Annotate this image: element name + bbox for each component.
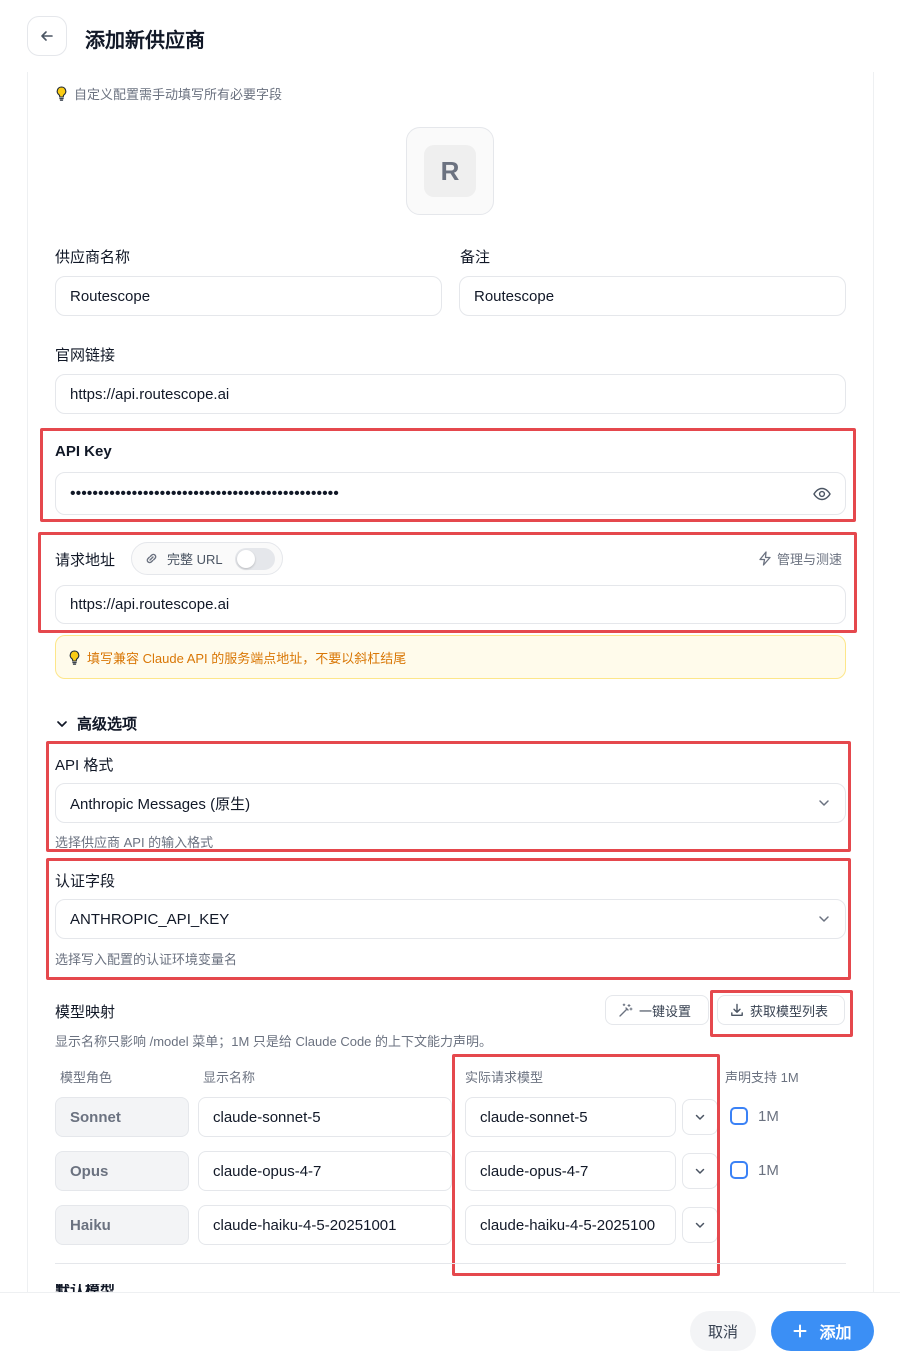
api-key-input[interactable]: ••••••••••••••••••••••••••••••••••••••••… bbox=[55, 472, 846, 515]
api-format-value: Anthropic Messages (原生) bbox=[70, 795, 251, 813]
one-click-setup-label: 一键设置 bbox=[639, 1003, 692, 1019]
custom-config-hint-text: 自定义配置需手动填写所有必要字段 bbox=[74, 87, 283, 102]
provider-logo[interactable]: R bbox=[406, 127, 494, 215]
advanced-options-label: 高级选项 bbox=[77, 716, 138, 733]
manage-speedtest-label: 管理与测速 bbox=[777, 552, 843, 567]
add-button-label: 添加 bbox=[819, 1325, 852, 1342]
display-name-input-opus[interactable]: claude-opus-4-7 bbox=[198, 1151, 452, 1191]
fetch-models-label: 获取模型列表 bbox=[750, 1003, 829, 1019]
provider-name-label: 供应商名称 bbox=[55, 249, 131, 266]
col-role: 模型角色 bbox=[60, 1070, 113, 1085]
endpoint-input[interactable]: https://api.routescope.ai bbox=[55, 585, 846, 624]
actual-model-input-haiku[interactable]: claude-haiku-4-5-2025100 bbox=[465, 1205, 676, 1245]
lightbulb-icon bbox=[56, 86, 67, 101]
lightbulb-icon bbox=[69, 649, 80, 665]
one-m-option-opus: 1M bbox=[730, 1161, 779, 1179]
footer-bar bbox=[0, 1292, 900, 1368]
page-title: 添加新供应商 bbox=[85, 30, 205, 52]
provider-name-input[interactable]: Routescope bbox=[55, 276, 442, 316]
one-m-label-opus: 1M bbox=[758, 1161, 779, 1179]
auth-field-value: ANTHROPIC_API_KEY bbox=[70, 910, 230, 928]
website-input[interactable]: https://api.routescope.ai bbox=[55, 374, 846, 414]
one-m-option-sonnet: 1M bbox=[730, 1107, 779, 1125]
endpoint-label: 请求地址 bbox=[55, 552, 116, 569]
magic-wand-icon bbox=[619, 1002, 633, 1017]
full-url-label: 完整 URL bbox=[167, 552, 223, 567]
lightning-icon bbox=[759, 551, 771, 566]
display-name-input-sonnet[interactable]: claude-sonnet-5 bbox=[198, 1097, 452, 1137]
one-click-setup-button[interactable]: 一键设置 bbox=[605, 995, 709, 1025]
api-format-label: API 格式 bbox=[55, 757, 114, 774]
model-mapping-title: 模型映射 bbox=[55, 1004, 116, 1021]
download-icon bbox=[731, 1003, 743, 1016]
full-url-toggle-group: 完整 URL bbox=[131, 542, 283, 575]
auth-field-select[interactable]: ANTHROPIC_API_KEY bbox=[55, 899, 846, 939]
chevron-down-icon bbox=[57, 720, 67, 727]
endpoint-warning-text: 填写兼容 Claude API 的服务端点地址，不要以斜杠结尾 bbox=[87, 650, 407, 666]
fetch-models-button[interactable]: 获取模型列表 bbox=[717, 995, 845, 1025]
actual-model-input-opus[interactable]: claude-opus-4-7 bbox=[465, 1151, 676, 1191]
website-label: 官网链接 bbox=[55, 347, 116, 364]
api-key-value: ••••••••••••••••••••••••••••••••••••••••… bbox=[70, 484, 339, 502]
api-format-help: 选择供应商 API 的输入格式 bbox=[55, 835, 214, 850]
advanced-options-toggle[interactable]: 高级选项 bbox=[55, 713, 137, 734]
role-chip-haiku: Haiku bbox=[55, 1205, 189, 1245]
model-mapping-description: 显示名称只影响 /model 菜单；1M 只是给 Claude Code 的上下… bbox=[55, 1034, 493, 1049]
auth-field-help: 选择写入配置的认证环境变量名 bbox=[55, 952, 238, 967]
full-url-switch-knob bbox=[236, 549, 255, 568]
role-chip-sonnet: Sonnet bbox=[55, 1097, 189, 1137]
col-actual: 实际请求模型 bbox=[465, 1070, 544, 1085]
arrow-left-icon bbox=[41, 31, 53, 41]
actual-model-dropdown-sonnet[interactable] bbox=[682, 1099, 718, 1135]
custom-config-hint: 自定义配置需手动填写所有必要字段 bbox=[55, 84, 282, 103]
api-key-label: API Key bbox=[55, 443, 112, 460]
next-section-title: 默认模型 bbox=[55, 1284, 115, 1292]
api-format-select[interactable]: Anthropic Messages (原生) bbox=[55, 783, 846, 823]
chevron-down-icon bbox=[819, 916, 829, 922]
note-input[interactable]: Routescope bbox=[459, 276, 846, 316]
one-m-label-sonnet: 1M bbox=[758, 1107, 779, 1125]
col-1m: 声明支持 1M bbox=[725, 1070, 799, 1085]
cancel-button[interactable]: 取消 bbox=[690, 1311, 756, 1351]
back-button[interactable] bbox=[27, 16, 67, 56]
one-m-checkbox-sonnet[interactable] bbox=[730, 1107, 748, 1125]
section-divider bbox=[55, 1263, 846, 1264]
chevron-down-icon bbox=[695, 1222, 705, 1228]
actual-model-dropdown-haiku[interactable] bbox=[682, 1207, 718, 1243]
add-button[interactable]: 添加 bbox=[771, 1311, 874, 1351]
actual-model-dropdown-opus[interactable] bbox=[682, 1153, 718, 1189]
role-chip-opus: Opus bbox=[55, 1151, 189, 1191]
full-url-switch[interactable] bbox=[234, 547, 275, 570]
actual-model-input-sonnet[interactable]: claude-sonnet-5 bbox=[465, 1097, 676, 1137]
chevron-down-icon bbox=[819, 800, 829, 806]
chevron-down-icon bbox=[695, 1168, 705, 1174]
provider-logo-letter: R bbox=[424, 145, 476, 197]
one-m-checkbox-opus[interactable] bbox=[730, 1161, 748, 1179]
link-icon bbox=[146, 553, 157, 564]
col-display: 显示名称 bbox=[203, 1070, 256, 1085]
display-name-input-haiku[interactable]: claude-haiku-4-5-20251001 bbox=[198, 1205, 452, 1245]
note-label: 备注 bbox=[460, 249, 491, 266]
chevron-down-icon bbox=[695, 1114, 705, 1120]
plus-icon bbox=[793, 1324, 807, 1338]
auth-field-label: 认证字段 bbox=[55, 873, 116, 890]
eye-icon[interactable] bbox=[813, 487, 831, 501]
manage-speedtest-link[interactable]: 管理与测速 bbox=[758, 549, 842, 568]
endpoint-warning: 填写兼容 Claude API 的服务端点地址，不要以斜杠结尾 bbox=[55, 635, 846, 679]
